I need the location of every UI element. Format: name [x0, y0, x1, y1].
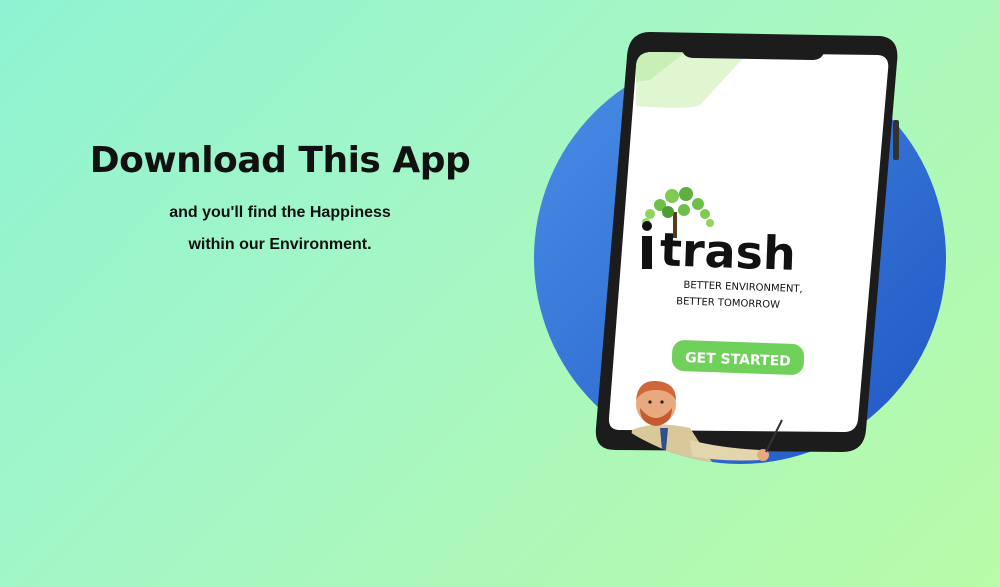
phone-illustration: trash BETTER ENVIRONMENT, BETTER TOMORRO… — [534, 32, 946, 464]
phone-notch — [680, 40, 826, 60]
get-started-button[interactable]: GET STARTED — [671, 340, 805, 376]
brand-name: trash — [659, 222, 797, 281]
brand-logo-i — [642, 221, 652, 269]
